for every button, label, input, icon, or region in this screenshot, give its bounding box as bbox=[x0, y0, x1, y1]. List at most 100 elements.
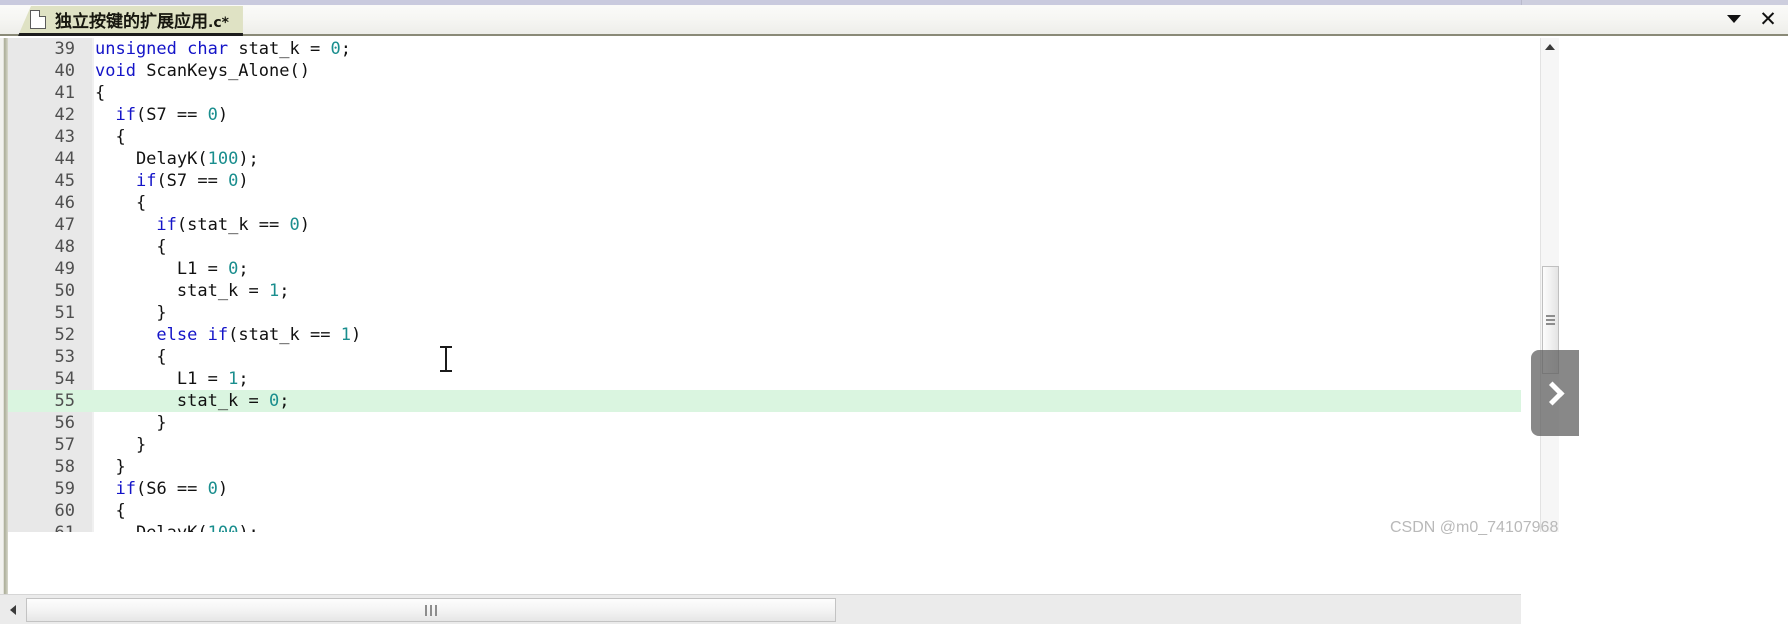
code-line[interactable]: 47 if(stat_k == 0) bbox=[8, 214, 1521, 236]
code-line[interactable]: 59 if(S6 == 0) bbox=[8, 478, 1521, 500]
code-line[interactable]: 45 if(S7 == 0) bbox=[8, 170, 1521, 192]
scroll-up-button[interactable] bbox=[1541, 38, 1559, 56]
vertical-scrollbar[interactable] bbox=[1540, 38, 1559, 532]
code-token: { bbox=[95, 127, 126, 147]
line-number: 39 bbox=[8, 38, 84, 60]
code-token: { bbox=[95, 501, 126, 521]
code-token: ; bbox=[340, 39, 351, 59]
code-line-text: void ScanKeys_Alone() bbox=[84, 60, 310, 82]
code-line[interactable]: 60 { bbox=[8, 500, 1521, 522]
code-token: ) bbox=[350, 325, 362, 345]
code-lines[interactable]: 39 unsigned char stat_k = 0; 40 void ScanKe… bbox=[8, 38, 1521, 532]
code-token: ; bbox=[279, 391, 290, 411]
code-line[interactable]: 56 } bbox=[8, 412, 1521, 434]
tab-list-dropdown-button[interactable] bbox=[1723, 8, 1745, 30]
code-token: else bbox=[156, 325, 198, 345]
close-tab-button[interactable]: ✕ bbox=[1757, 8, 1779, 30]
line-number: 45 bbox=[8, 170, 84, 192]
code-token: 0 bbox=[228, 259, 239, 279]
code-area[interactable]: 39 unsigned char stat_k = 0; 40 void ScanKe… bbox=[8, 38, 1521, 532]
code-line-text: L1 = 0; bbox=[84, 258, 249, 280]
code-token: if bbox=[207, 325, 229, 345]
line-number: 42 bbox=[8, 104, 84, 126]
code-line[interactable]: 43 { bbox=[8, 126, 1521, 148]
code-line[interactable]: 44 DelayK(100); bbox=[8, 148, 1521, 170]
grip-icon bbox=[1546, 313, 1555, 327]
code-line[interactable]: 39 unsigned char stat_k = 0; bbox=[8, 38, 1521, 60]
line-number: 40 bbox=[8, 60, 84, 82]
code-line[interactable]: 46 { bbox=[8, 192, 1521, 214]
code-line[interactable]: 50 stat_k = 1; bbox=[8, 280, 1521, 302]
line-number: 51 bbox=[8, 302, 84, 324]
tab-bar: 独立按键的扩展应用.c* ✕ bbox=[0, 0, 1788, 36]
code-token: 0 bbox=[289, 215, 300, 235]
code-token: if bbox=[156, 215, 177, 235]
code-token: { bbox=[95, 193, 147, 213]
code-token: 1 bbox=[228, 369, 239, 389]
chevron-right-icon bbox=[1540, 380, 1565, 406]
line-number: 57 bbox=[8, 434, 84, 456]
code-token: { bbox=[95, 237, 167, 257]
code-token: (stat_k == bbox=[228, 325, 341, 345]
tab-active-file[interactable]: 独立按键的扩展应用.c* bbox=[18, 6, 243, 36]
code-token: char bbox=[187, 39, 229, 59]
code-line-text: { bbox=[84, 82, 105, 104]
code-token: } bbox=[95, 457, 126, 477]
code-token: 1 bbox=[269, 281, 280, 301]
line-number: 48 bbox=[8, 236, 84, 258]
code-token: ) bbox=[217, 105, 229, 125]
line-number: 53 bbox=[8, 346, 84, 368]
code-token: ); bbox=[238, 149, 259, 169]
code-line[interactable]: 48 { bbox=[8, 236, 1521, 258]
code-token: (S7 == bbox=[135, 105, 208, 125]
code-token: ) bbox=[217, 479, 229, 499]
code-line-text: else if(stat_k == 1) bbox=[84, 324, 361, 346]
code-token: ) bbox=[299, 215, 310, 235]
code-line[interactable]: 49 L1 = 0; bbox=[8, 258, 1521, 280]
code-token: } bbox=[95, 303, 167, 323]
code-line[interactable]: 55 stat_k = 0; bbox=[8, 390, 1521, 412]
code-line[interactable]: 61 DelayK(100); bbox=[8, 522, 1521, 532]
code-line[interactable]: 42 if(S7 == 0) bbox=[8, 104, 1521, 126]
code-token: 0 bbox=[228, 171, 239, 191]
line-number: 47 bbox=[8, 214, 84, 236]
code-line[interactable]: 40 void ScanKeys_Alone() bbox=[8, 60, 1521, 82]
horizontal-scrollbar[interactable] bbox=[0, 594, 1521, 624]
code-line-text: DelayK(100); bbox=[84, 148, 259, 170]
code-token: 0 bbox=[207, 105, 218, 125]
line-number: 56 bbox=[8, 412, 84, 434]
code-token: 1 bbox=[340, 325, 351, 345]
line-number: 44 bbox=[8, 148, 84, 170]
code-token: void bbox=[95, 61, 136, 81]
code-line[interactable]: 58 } bbox=[8, 456, 1521, 478]
code-line-text: } bbox=[84, 302, 167, 324]
code-line[interactable]: 52 else if(stat_k == 1) bbox=[8, 324, 1521, 346]
code-line[interactable]: 51 } bbox=[8, 302, 1521, 324]
code-line[interactable]: 53 { bbox=[8, 346, 1521, 368]
code-token: } bbox=[95, 435, 147, 455]
code-line-text: stat_k = 0; bbox=[84, 390, 290, 412]
code-line-text: if(S7 == 0) bbox=[84, 170, 249, 192]
close-icon: ✕ bbox=[1759, 6, 1777, 31]
scroll-left-button[interactable] bbox=[4, 601, 22, 619]
code-line-text: { bbox=[84, 236, 167, 258]
code-token: if bbox=[135, 171, 157, 191]
window-top-accent bbox=[0, 0, 1788, 5]
next-page-button[interactable] bbox=[1531, 350, 1579, 436]
horizontal-scroll-thumb[interactable] bbox=[26, 598, 836, 622]
window-top-accent-right bbox=[1521, 0, 1788, 5]
code-line[interactable]: 57 } bbox=[8, 434, 1521, 456]
code-line-text: { bbox=[84, 346, 167, 368]
code-line[interactable]: 41 { bbox=[8, 82, 1521, 104]
line-number: 58 bbox=[8, 456, 84, 478]
code-token: { bbox=[95, 347, 167, 367]
code-line[interactable]: 54 L1 = 1; bbox=[8, 368, 1521, 390]
code-token: ); bbox=[238, 523, 258, 532]
code-token: { bbox=[95, 83, 106, 103]
